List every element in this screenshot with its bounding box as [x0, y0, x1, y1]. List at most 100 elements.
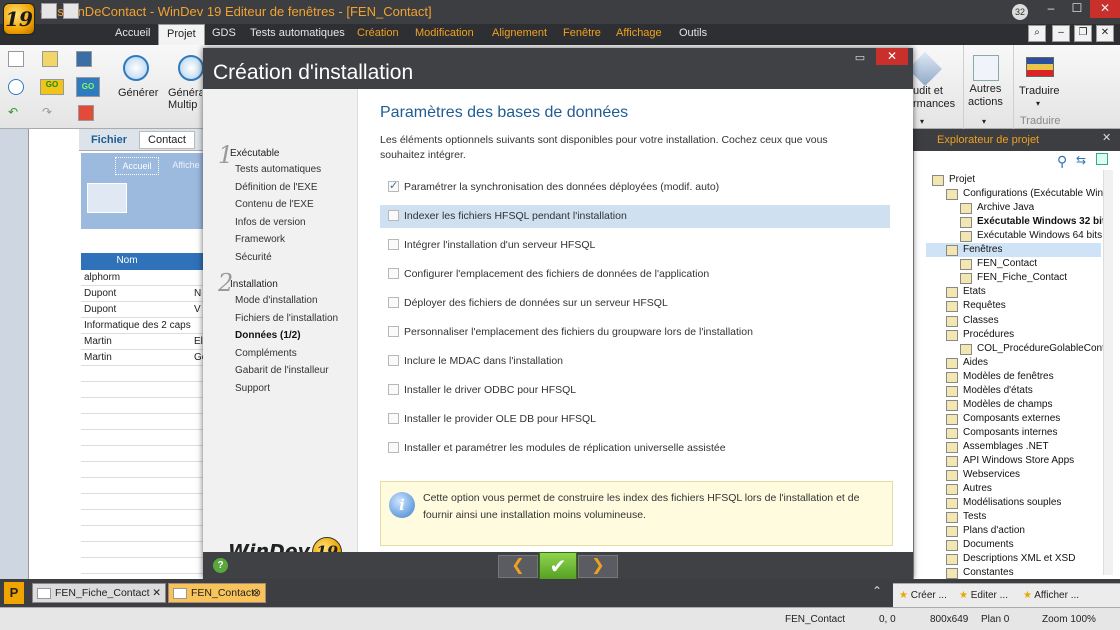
create-button[interactable]: ★ Créer ... [899, 590, 947, 601]
tree-item[interactable]: API Windows Store Apps [963, 455, 1074, 466]
step-item[interactable]: Contenu de l'EXE [235, 199, 314, 210]
tree-item[interactable]: Archive Java [977, 202, 1034, 213]
tree-item[interactable]: Tests [963, 511, 986, 522]
tree-item[interactable]: Constantes [963, 567, 1014, 578]
table-row[interactable]: Dupont V [81, 302, 204, 318]
step-item[interactable]: Compléments [235, 348, 297, 359]
step-item[interactable]: Support [235, 383, 270, 394]
option-checkbox[interactable] [388, 355, 399, 366]
flag-icon[interactable] [1026, 57, 1054, 77]
option-row[interactable]: Intégrer l'installation d'un serveur HFS… [380, 234, 890, 257]
tree-item[interactable]: Documents [963, 539, 1014, 550]
go-icon[interactable]: GO [40, 79, 64, 95]
menu-4[interactable]: Création [357, 27, 399, 39]
step-item[interactable]: Données (1/2) [235, 330, 301, 341]
gear-multi-icon[interactable] [178, 55, 204, 81]
option-checkbox[interactable] [388, 442, 399, 453]
subtab-accueil[interactable]: Accueil [115, 157, 159, 175]
menu-6[interactable]: Alignement [492, 27, 547, 39]
tab-close-icon[interactable]: ✕ [152, 584, 161, 602]
step-item[interactable]: Fichiers de l'installation [235, 313, 338, 324]
step-group-executable[interactable]: Exécutable [230, 148, 279, 159]
generate-button[interactable]: Générer [118, 87, 158, 99]
show-button[interactable]: ★ Afficher ... [1023, 590, 1079, 601]
chevron-up-icon[interactable]: ⌃ [872, 584, 882, 598]
option-checkbox[interactable] [388, 239, 399, 250]
step-item[interactable]: Gabarit de l'installeur [235, 365, 329, 376]
translate-button[interactable]: Traduire [1019, 85, 1060, 97]
tree-item[interactable]: Composants externes [963, 413, 1060, 424]
subtab-affiche[interactable]: Affiche [169, 157, 203, 173]
validate-button[interactable]: ✔ [539, 552, 577, 579]
open-icon[interactable] [42, 51, 58, 67]
autres-actions-button[interactable]: Autres actions [968, 83, 1003, 109]
doc-minimize-icon[interactable]: – [1052, 25, 1070, 42]
sync-icon[interactable]: ⇆ [1076, 153, 1086, 167]
dialog-maximize-icon[interactable]: ▭ [847, 51, 873, 66]
column-header[interactable]: Nom [81, 253, 204, 270]
tree-item[interactable]: Aides [963, 357, 988, 368]
translate-dropdown-icon[interactable]: ▾ [1036, 99, 1040, 108]
option-checkbox[interactable] [388, 210, 399, 221]
go-test-icon[interactable]: GO [76, 77, 100, 97]
tree-item[interactable]: Modèles d'états [963, 385, 1033, 396]
menu-7[interactable]: Fenêtre [563, 27, 601, 39]
tree-item[interactable]: Configurations (Exécutable Windo [963, 188, 1103, 199]
table-row[interactable]: MartinGe [81, 350, 204, 366]
table-row[interactable]: alphorm [81, 270, 204, 286]
tree-item[interactable]: Plans d'action [963, 525, 1025, 536]
option-checkbox[interactable]: ✓ [388, 181, 399, 192]
refresh-icon[interactable] [8, 79, 24, 95]
step-group-installation[interactable]: Installation [230, 279, 278, 290]
tree-item[interactable]: Modèles de champs [963, 399, 1053, 410]
menu-5[interactable]: Modification [415, 27, 474, 39]
window-preview[interactable]: Fichier Contact Accueil Affiche Nom alph… [28, 129, 204, 590]
option-checkbox[interactable] [388, 413, 399, 424]
maximize-icon[interactable]: ☐ [1064, 0, 1090, 18]
tree-item[interactable]: Etats [963, 286, 986, 297]
option-row[interactable]: ✓ Paramétrer la synchronisation des donné… [380, 176, 890, 199]
option-row[interactable]: Installer le provider OLE DB pour HFSQL [380, 408, 890, 431]
step-item[interactable]: Framework [235, 234, 285, 245]
tree-item[interactable]: Projet [949, 174, 975, 185]
tree-item[interactable]: Webservices [963, 469, 1020, 480]
search-icon[interactable]: ⌕ [1028, 25, 1046, 42]
explorer-close-icon[interactable]: ✕ [1102, 131, 1111, 144]
tree-item[interactable]: Modèles de fenêtres [963, 371, 1054, 382]
table-row[interactable]: Martin El [81, 334, 204, 350]
autres-actions-icon[interactable] [973, 55, 999, 81]
table-row[interactable]: Dupont N [81, 286, 204, 302]
table-row[interactable]: Informatique des 2 caps [81, 318, 204, 334]
doc-tab-fen-contact[interactable]: FEN_Contact ⊗ [168, 583, 266, 603]
explorer-scrollbar[interactable] [1103, 170, 1113, 575]
tree-item[interactable]: Procédures [963, 329, 1014, 340]
gear-icon[interactable] [123, 55, 149, 81]
new-icon[interactable] [8, 51, 24, 67]
step-item[interactable]: Tests automatiques [235, 164, 321, 175]
tree-item[interactable]: Assemblages .NET [963, 441, 1049, 452]
quick-grid-icon[interactable] [63, 3, 79, 19]
tab-close-icon[interactable]: ⊗ [252, 584, 261, 602]
menu-1[interactable]: Projet [158, 24, 205, 45]
tree-item[interactable]: Exécutable Windows 64 bits [977, 230, 1102, 241]
doc-close-icon[interactable]: ✕ [1096, 25, 1114, 42]
search-icon[interactable]: ⚲ [1057, 153, 1067, 170]
option-checkbox[interactable] [388, 297, 399, 308]
tree-item[interactable]: Composants internes [963, 427, 1058, 438]
tree-item[interactable]: FEN_Fiche_Contact [977, 272, 1067, 283]
audit-button[interactable]: udit et rmances [913, 85, 955, 111]
autres-dropdown-icon[interactable]: ▾ [982, 117, 986, 126]
tab-fichier[interactable]: Fichier [83, 132, 135, 148]
option-row[interactable]: Installer le driver ODBC pour HFSQL [380, 379, 890, 402]
option-row[interactable]: Installer et paramétrer les modules de r… [380, 437, 890, 460]
dialog-close-icon[interactable]: ✕ [876, 48, 908, 65]
undo-icon[interactable]: ↶ [8, 105, 24, 121]
menu-8[interactable]: Affichage [616, 27, 662, 39]
tree-item[interactable]: Requêtes [963, 300, 1006, 311]
step-item[interactable]: Mode d'installation [235, 295, 318, 306]
filter-icon[interactable] [1096, 153, 1108, 165]
tree-item[interactable]: FEN_Contact [977, 258, 1037, 269]
tab-contact[interactable]: Contact [139, 131, 195, 149]
help-button[interactable]: ? [213, 558, 228, 573]
generate-multi-button[interactable]: Généra Multip [168, 87, 202, 111]
